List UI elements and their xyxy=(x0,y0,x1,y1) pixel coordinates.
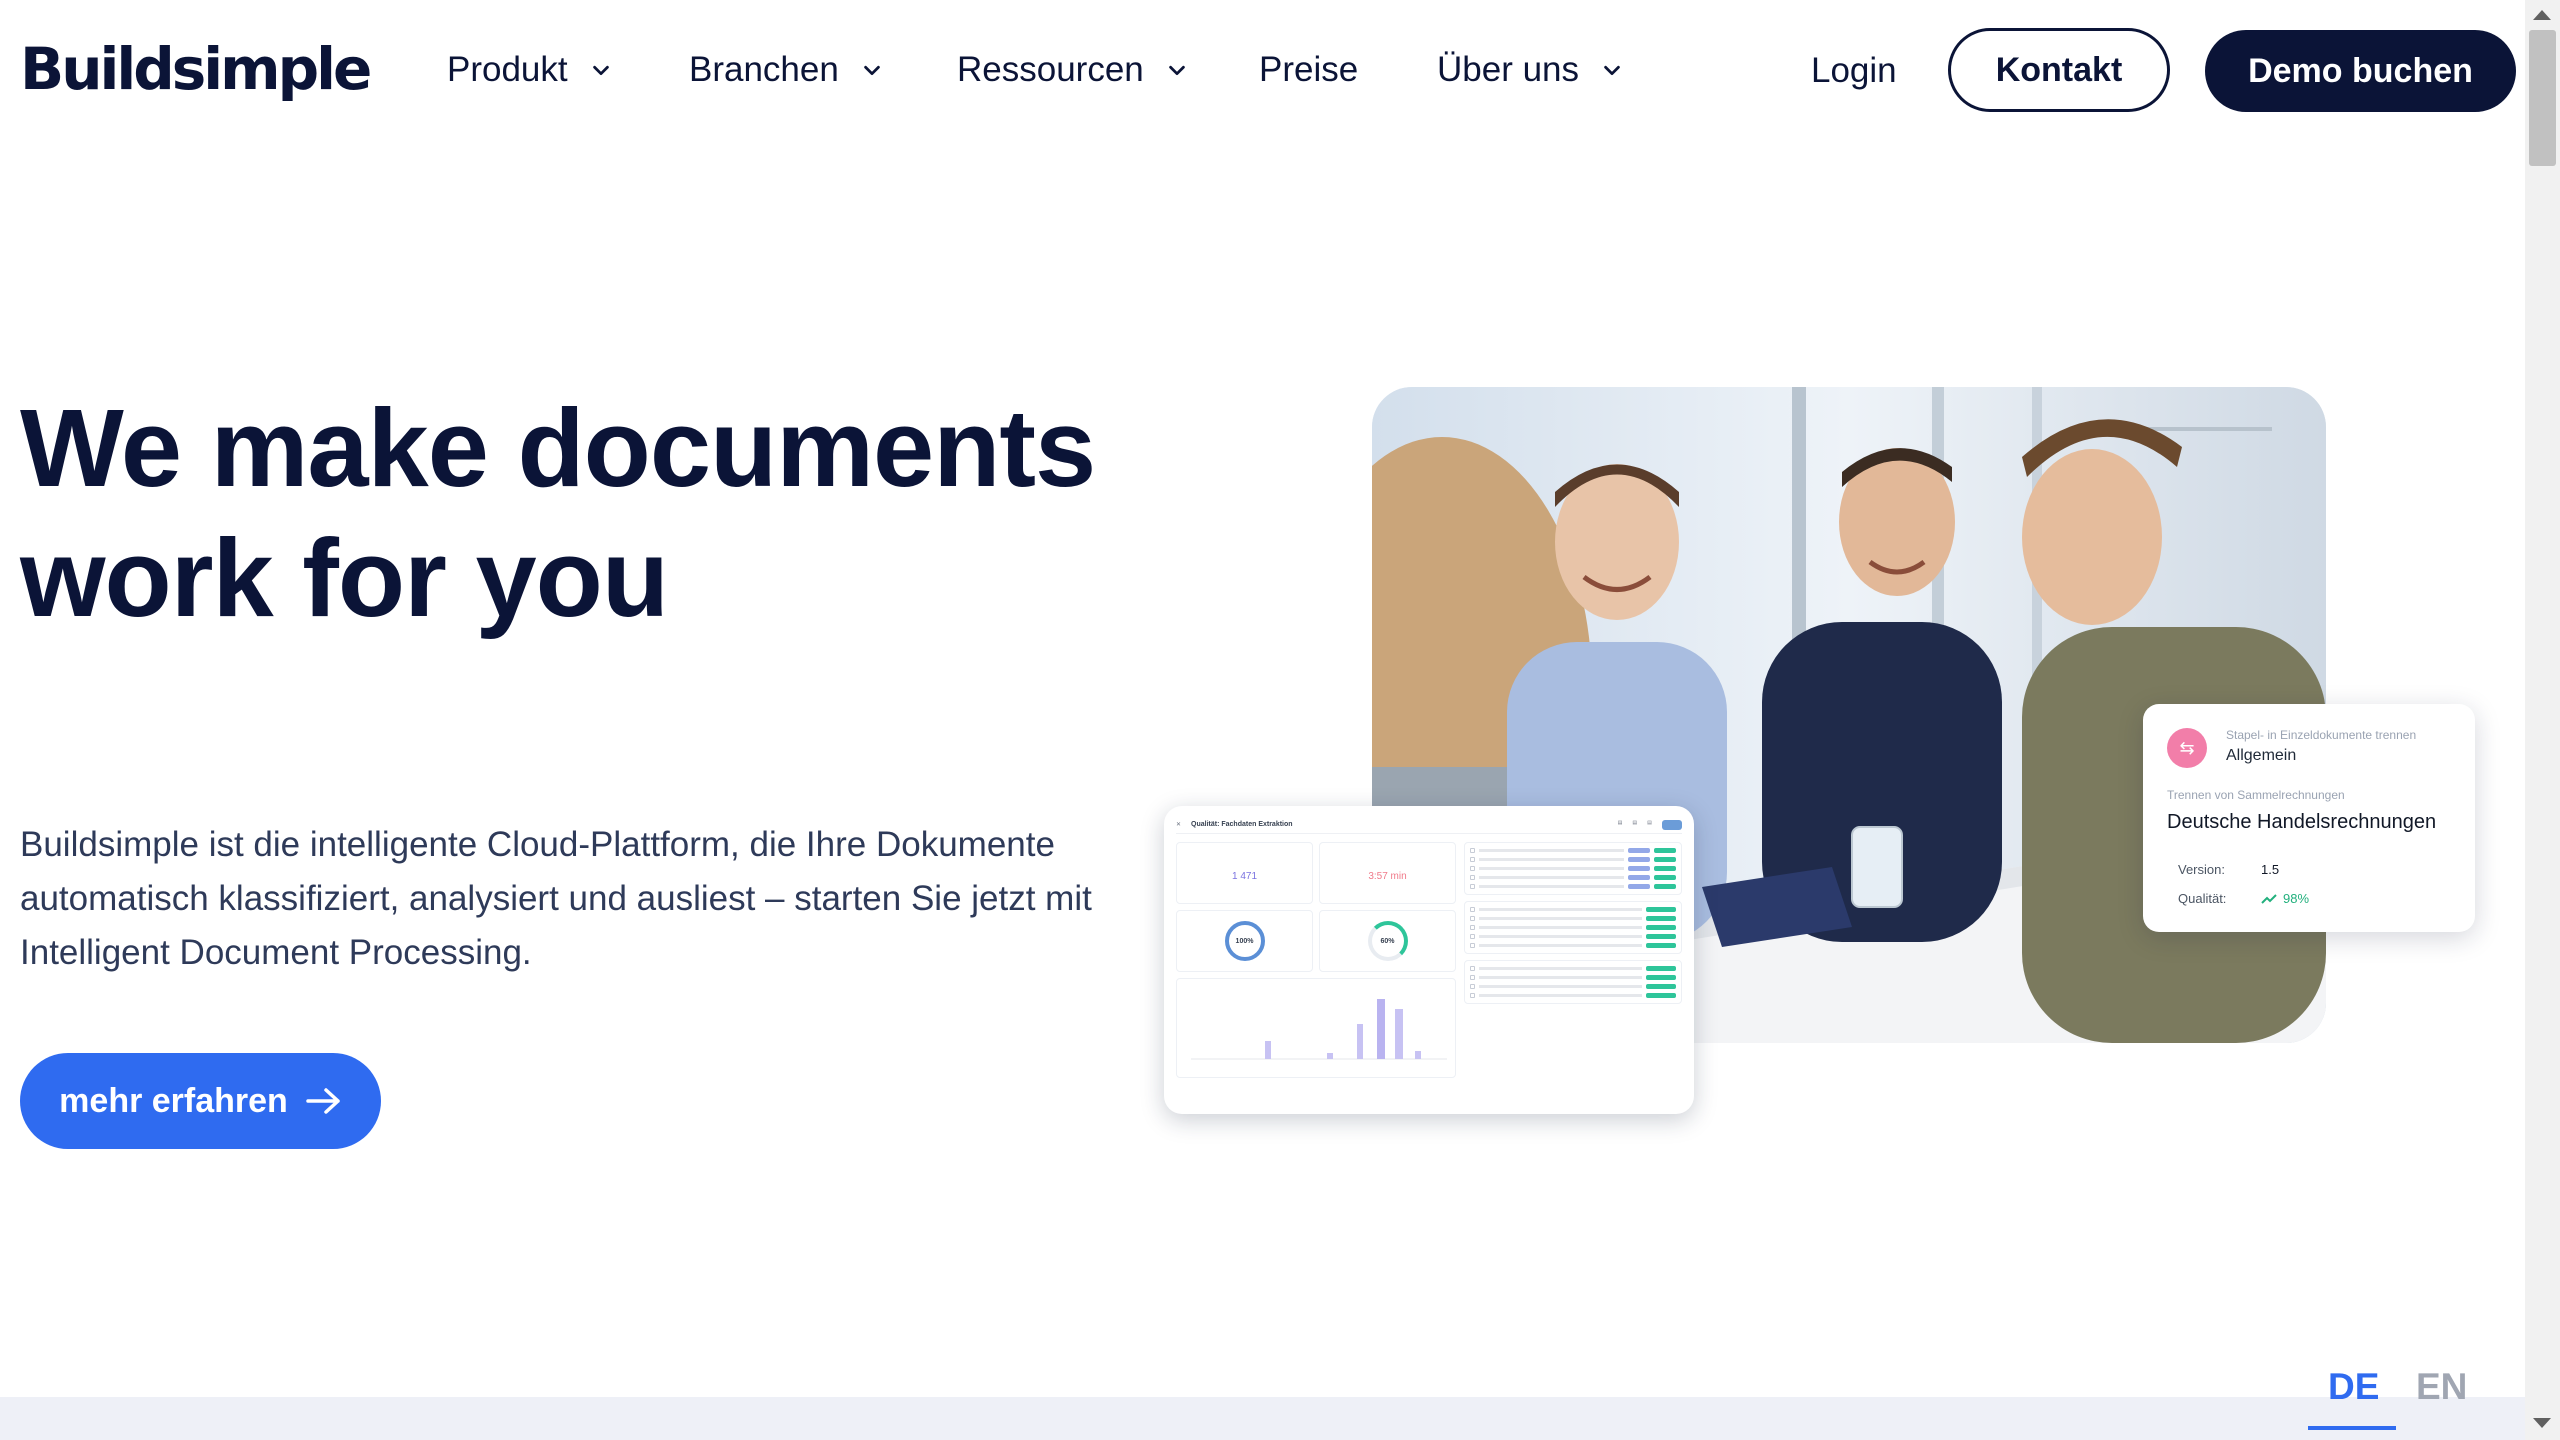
table-row xyxy=(1470,855,1676,864)
scrollbar-track[interactable] xyxy=(2525,0,2560,1440)
doc-version-label: Version: xyxy=(2178,862,2225,877)
table-row xyxy=(1470,882,1676,891)
active-language-underline xyxy=(2308,1426,2396,1430)
scroll-up-arrow-icon[interactable] xyxy=(2533,10,2551,20)
doc-quality-value: 98% xyxy=(2283,891,2310,906)
top-navigation: Buildsimple Produkt Branchen Ressourcen … xyxy=(0,0,2525,140)
dashboard-title: Qualität: Fachdaten Extraktion xyxy=(1191,821,1293,828)
nav-preise[interactable]: Preise xyxy=(1259,44,1358,96)
table-row xyxy=(1470,846,1676,855)
bar-chart-preview xyxy=(1176,978,1456,1078)
table-block xyxy=(1464,901,1682,954)
gauge-100: 100% xyxy=(1224,921,1265,961)
table-row xyxy=(1470,964,1676,973)
kpi-time-value: 3:57 min xyxy=(1368,871,1407,882)
nav-ueber-uns[interactable]: Über uns xyxy=(1437,44,1623,96)
chevron-down-icon xyxy=(864,65,880,76)
nav-produkt-label: Produkt xyxy=(447,50,568,89)
table-block xyxy=(1464,842,1682,895)
document-type-card: ⇆ Stapel- in Einzeldokumente trennen All… xyxy=(2143,704,2475,932)
login-link[interactable]: Login xyxy=(1811,46,1897,96)
book-demo-button[interactable]: Demo buchen xyxy=(2205,30,2516,112)
table-row xyxy=(1470,991,1676,1000)
doc-version-value: 1.5 xyxy=(2261,862,2280,877)
dashboard-actions: ▤ ▤ ▤ xyxy=(1617,819,1682,830)
table-row xyxy=(1470,982,1676,991)
chevron-down-icon xyxy=(1168,65,1185,76)
split-document-icon: ⇆ xyxy=(2167,728,2207,768)
doc-type-name: Deutsche Handelsrechnungen xyxy=(2167,811,2437,833)
doc-split-label: Stapel- in Einzeldokumente trennen xyxy=(2226,728,2417,742)
dashboard-left-column: 1 471 3:57 min 100% 60% xyxy=(1176,842,1456,1078)
chevron-down-icon xyxy=(1604,65,1620,76)
kpi-row: 1 471 3:57 min xyxy=(1176,842,1456,904)
nav-produkt[interactable]: Produkt xyxy=(447,44,612,96)
table-row xyxy=(1470,864,1676,873)
action-icon: ▤ xyxy=(1632,819,1638,826)
doc-category: Allgemein xyxy=(2226,747,2297,764)
gauge-60: 60% xyxy=(1367,921,1408,961)
nav-ueber-uns-label: Über uns xyxy=(1437,50,1580,89)
nav-ressourcen-label: Ressourcen xyxy=(957,50,1144,89)
chevron-down-icon xyxy=(592,65,609,76)
contact-button[interactable]: Kontakt xyxy=(1948,28,2170,112)
table-row xyxy=(1470,873,1676,882)
scroll-down-arrow-icon[interactable] xyxy=(2533,1418,2551,1428)
buildsimple-logo[interactable]: Buildsimple xyxy=(20,36,372,102)
back-icon: ✕ xyxy=(1176,822,1182,828)
table-row xyxy=(1470,905,1676,914)
nav-preise-label: Preise xyxy=(1259,50,1359,89)
gauge-row: 100% 60% xyxy=(1176,910,1456,972)
nav-ressourcen[interactable]: Ressourcen xyxy=(957,44,1188,96)
language-de[interactable]: DE xyxy=(2328,1366,2379,1408)
action-icon: ▤ xyxy=(1617,819,1623,826)
nav-branchen[interactable]: Branchen xyxy=(689,44,883,96)
language-en[interactable]: EN xyxy=(2416,1366,2467,1408)
kpi-count-card: 1 471 xyxy=(1176,842,1313,904)
scrollbar-thumb[interactable] xyxy=(2529,30,2556,166)
bar-chart-svg xyxy=(1191,999,1447,1060)
hero-title: We make documents work for you xyxy=(20,387,1096,640)
action-icon: ▤ xyxy=(1647,819,1652,826)
kpi-count-value: 1 471 xyxy=(1231,871,1258,882)
hero-subtitle: Buildsimple ist die intelligente Cloud-P… xyxy=(20,825,1092,972)
learn-more-label: mehr erfahren xyxy=(59,1081,288,1120)
table-row xyxy=(1470,941,1676,950)
dashboard-body: 1 471 3:57 min 100% 60% xyxy=(1176,842,1682,1078)
table-row xyxy=(1470,932,1676,941)
table-row xyxy=(1470,914,1676,923)
mini-action-button xyxy=(1661,819,1682,830)
learn-more-button[interactable]: mehr erfahren xyxy=(20,1053,381,1149)
doc-split-label-2: Trennen von Sammelrechnungen xyxy=(2167,788,2345,802)
gauge-card: 100% xyxy=(1176,910,1313,972)
doc-quality-label: Qualität: xyxy=(2178,891,2227,906)
doc-quality: 98% xyxy=(2261,891,2309,906)
dashboard-right-column xyxy=(1464,842,1682,1078)
arrow-right-icon xyxy=(306,1088,340,1114)
table-row xyxy=(1470,973,1676,982)
table-row xyxy=(1470,923,1676,932)
trend-up-icon xyxy=(2261,893,2277,904)
table-block xyxy=(1464,960,1682,1004)
gauge-card: 60% xyxy=(1319,910,1456,972)
dashboard-header: ✕ Qualität: Fachdaten Extraktion ▤ ▤ ▤ xyxy=(1176,816,1682,834)
nav-branchen-label: Branchen xyxy=(689,50,839,89)
kpi-time-card: 3:57 min xyxy=(1319,842,1456,904)
next-section-strip xyxy=(0,1397,2525,1440)
dashboard-preview-card: ✕ Qualität: Fachdaten Extraktion ▤ ▤ ▤ 1… xyxy=(1164,806,1694,1114)
